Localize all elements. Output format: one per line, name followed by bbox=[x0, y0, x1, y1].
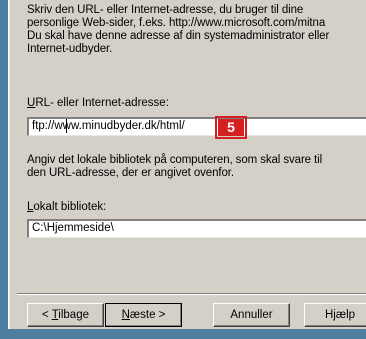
directory-label-text: okalt bibliotek: bbox=[33, 201, 107, 213]
back-prefix: < bbox=[41, 309, 52, 321]
url-label: URL- eller Internet-adresse: bbox=[27, 97, 169, 109]
directory-label: Lokalt bibliotek: bbox=[27, 201, 106, 213]
intro-text: Skriv den URL- eller Internet-adresse, d… bbox=[27, 4, 330, 55]
back-label: ilbage bbox=[58, 309, 89, 321]
cancel-button[interactable]: Annuller bbox=[213, 303, 290, 327]
text-cursor bbox=[66, 119, 67, 133]
back-button[interactable]: < Tilbage bbox=[27, 303, 104, 327]
help-button[interactable]: Hjælp bbox=[304, 303, 366, 327]
url-label-text: RL- eller Internet-adresse: bbox=[35, 97, 169, 109]
callout-number-badge: 5 bbox=[218, 119, 244, 136]
button-separator bbox=[17, 293, 366, 295]
url-input[interactable]: ftp://www.minudbyder.dk/html/ bbox=[27, 117, 366, 136]
wizard-dialog: Skriv den URL- eller Internet-adresse, d… bbox=[8, 0, 366, 329]
local-directory-input[interactable]: C:\Hjemmeside\ bbox=[27, 219, 366, 238]
next-button[interactable]: Næste > bbox=[105, 303, 182, 327]
directory-instructions: Angiv det lokale bibliotek på computeren… bbox=[27, 154, 323, 179]
next-mnemonic: N bbox=[121, 309, 130, 321]
background-band bbox=[0, 329, 366, 339]
next-label: æste > bbox=[129, 309, 166, 321]
